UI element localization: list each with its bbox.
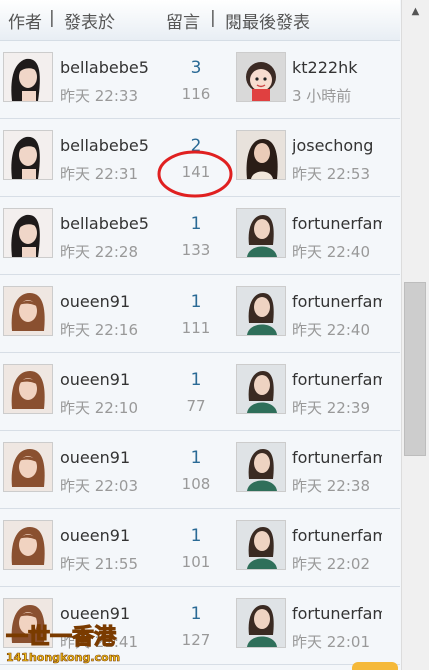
last-poster-name[interactable]: josechong [292, 136, 382, 155]
reply-count[interactable]: 1 [160, 448, 232, 468]
thread-row[interactable]: bellabebe52 昨天 22:33 3 116 kt222hk 3 小時前 [0, 41, 400, 119]
last-poster-name[interactable]: fortunerfam [292, 370, 382, 389]
last-post-time: 昨天 22:39 [292, 399, 370, 417]
view-count: 141 [181, 163, 211, 181]
view-count: 133 [181, 241, 211, 259]
reply-count[interactable]: 1 [160, 370, 232, 390]
header-author-label[interactable]: 作者 [8, 8, 42, 33]
author-avatar[interactable] [3, 52, 53, 102]
view-count: 77 [186, 397, 206, 415]
vertical-scrollbar[interactable]: ▲ [401, 0, 429, 670]
author-name[interactable]: bellabebe52 [60, 214, 150, 233]
header-posted-label[interactable]: 發表於 [64, 8, 115, 33]
post-time: 昨天 22:33 [60, 87, 138, 105]
last-poster-avatar[interactable] [236, 52, 286, 102]
forum-thread-list: 作者 | 發表於 留言 | 閱最後發表 bellabebe52 昨天 22:33… [0, 0, 400, 670]
post-time: 昨天 22:31 [60, 165, 138, 183]
last-poster-avatar[interactable] [236, 130, 286, 180]
last-poster-name[interactable]: fortunerfam [292, 292, 382, 311]
thread-row[interactable]: oueen91 昨天 21:55 1 101 fortunerfam 昨天 22… [0, 509, 400, 587]
last-poster-avatar[interactable] [236, 208, 286, 258]
corner-tab[interactable] [352, 662, 398, 670]
last-post-time: 昨天 22:01 [292, 633, 370, 651]
header-replies-label[interactable]: 留言 [166, 8, 200, 33]
post-time: 昨天 21:55 [60, 555, 138, 573]
last-poster-name[interactable]: fortunerfam [292, 604, 382, 623]
reply-count[interactable]: 1 [160, 214, 232, 234]
last-poster-avatar[interactable] [236, 442, 286, 492]
header-separator: | [210, 8, 216, 28]
view-count: 108 [181, 475, 211, 493]
view-count: 101 [181, 553, 211, 571]
last-poster-avatar[interactable] [236, 364, 286, 414]
author-name[interactable]: bellabebe52 [60, 136, 150, 155]
author-avatar[interactable] [3, 442, 53, 492]
last-poster-avatar[interactable] [236, 286, 286, 336]
post-time: 昨天 22:28 [60, 243, 138, 261]
last-post-time: 昨天 22:02 [292, 555, 370, 573]
thread-list: bellabebe52 昨天 22:33 3 116 kt222hk 3 小時前… [0, 41, 400, 665]
author-name[interactable]: oueen91 [60, 526, 150, 545]
author-name[interactable]: oueen91 [60, 448, 150, 467]
last-poster-avatar[interactable] [236, 598, 286, 648]
view-count: 111 [181, 319, 211, 337]
thread-row[interactable]: bellabebe52 昨天 22:28 1 133 fortunerfam 昨… [0, 197, 400, 275]
last-poster-name[interactable]: fortunerfam [292, 526, 382, 545]
reply-count[interactable]: 1 [160, 526, 232, 546]
watermark-line2: 141hongkong.com [6, 651, 120, 664]
watermark-line1: 一世一香港 [6, 625, 117, 650]
post-time: 昨天 22:16 [60, 321, 138, 339]
last-post-time: 昨天 22:40 [292, 321, 370, 339]
author-avatar[interactable] [3, 286, 53, 336]
reply-count[interactable]: 1 [160, 604, 232, 624]
author-name[interactable]: oueen91 [60, 370, 150, 389]
last-post-time: 昨天 22:53 [292, 165, 370, 183]
last-poster-name[interactable]: kt222hk [292, 58, 382, 77]
author-avatar[interactable] [3, 520, 53, 570]
last-post-time: 昨天 22:40 [292, 243, 370, 261]
author-name[interactable]: bellabebe52 [60, 58, 150, 77]
author-avatar[interactable] [3, 208, 53, 258]
thread-row[interactable]: oueen91 昨天 22:10 1 77 fortunerfam 昨天 22:… [0, 353, 400, 431]
scroll-thumb[interactable] [404, 282, 426, 456]
author-name[interactable]: oueen91 [60, 292, 150, 311]
reply-count[interactable]: 2 [160, 136, 232, 156]
list-header: 作者 | 發表於 留言 | 閱最後發表 [0, 0, 400, 41]
last-poster-name[interactable]: fortunerfam [292, 214, 382, 233]
last-poster-avatar[interactable] [236, 520, 286, 570]
thread-row[interactable]: oueen91 昨天 22:03 1 108 fortunerfam 昨天 22… [0, 431, 400, 509]
view-count: 116 [181, 85, 211, 103]
header-separator: | [49, 8, 55, 28]
author-avatar[interactable] [3, 130, 53, 180]
scroll-up-arrow-icon[interactable]: ▲ [402, 0, 429, 22]
header-lastpost-label[interactable]: 閱最後發表 [225, 8, 310, 33]
last-post-time: 3 小時前 [292, 87, 352, 105]
view-count: 127 [181, 631, 211, 649]
author-avatar[interactable] [3, 364, 53, 414]
last-post-time: 昨天 22:38 [292, 477, 370, 495]
post-time: 昨天 22:10 [60, 399, 138, 417]
reply-count[interactable]: 1 [160, 292, 232, 312]
last-poster-name[interactable]: fortunerfam [292, 448, 382, 467]
thread-row[interactable]: bellabebe52 昨天 22:31 2 141 josechong 昨天 … [0, 119, 400, 197]
post-time: 昨天 22:03 [60, 477, 138, 495]
site-watermark-logo: 一世一香港 141hongkong.com [5, 624, 120, 664]
thread-row[interactable]: oueen91 昨天 22:16 1 111 fortunerfam 昨天 22… [0, 275, 400, 353]
reply-count[interactable]: 3 [160, 58, 232, 78]
